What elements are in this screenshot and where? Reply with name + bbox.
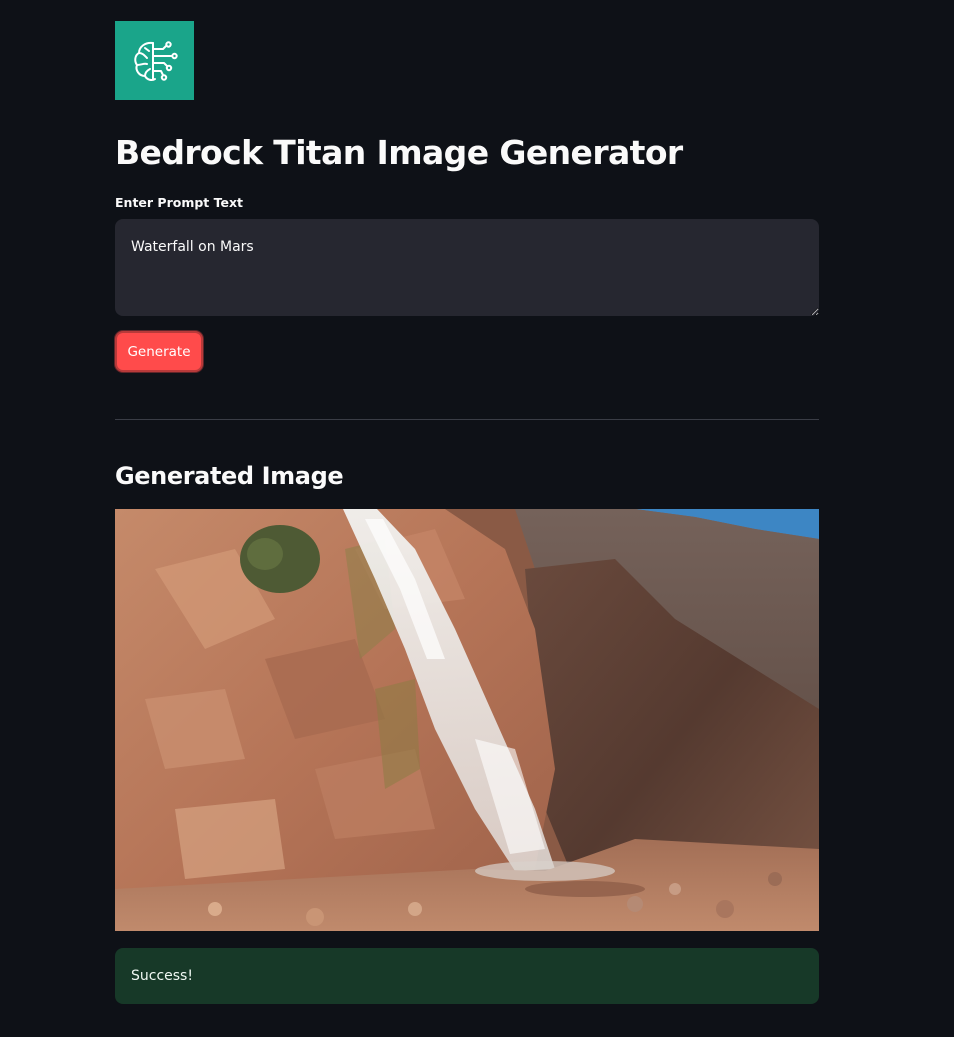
- success-alert: Success!: [115, 948, 819, 1004]
- brain-circuit-icon: [133, 40, 178, 81]
- app-logo: [115, 21, 194, 100]
- page-title: Bedrock Titan Image Generator: [115, 133, 683, 172]
- prompt-textarea[interactable]: Waterfall on Mars: [115, 219, 819, 316]
- section-divider: [115, 419, 819, 420]
- generated-image: [115, 509, 819, 931]
- success-message: Success!: [131, 968, 193, 984]
- generated-image-heading: Generated Image: [115, 462, 344, 490]
- prompt-label: Enter Prompt Text: [115, 195, 244, 210]
- generate-button[interactable]: Generate: [115, 331, 203, 372]
